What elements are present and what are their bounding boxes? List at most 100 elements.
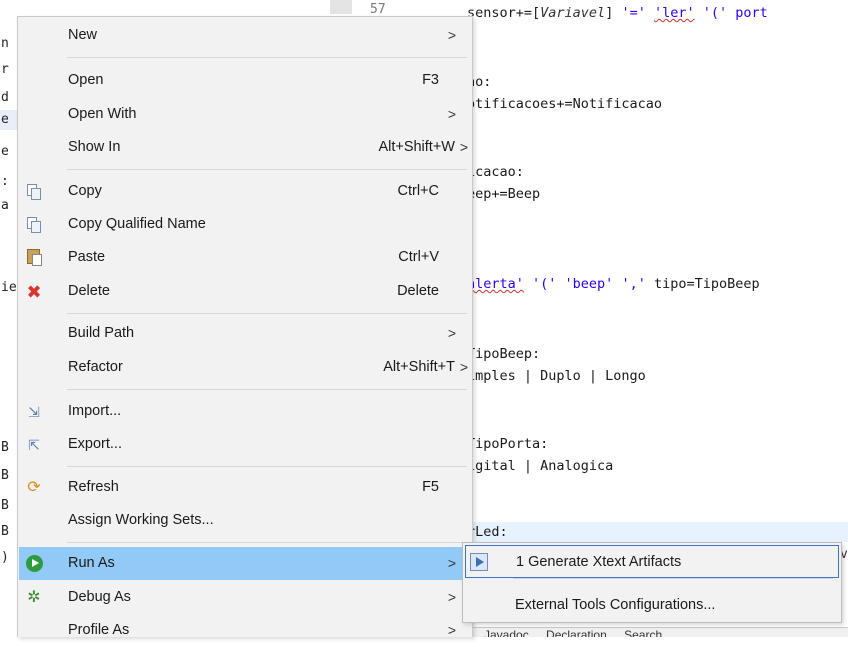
menu-item-label: Copy (68, 183, 102, 199)
menu-item-copy[interactable]: Copy Ctrl+C (19, 175, 472, 208)
code-token: Variavel (540, 5, 606, 21)
shortcut-label: F3 (422, 72, 439, 88)
code-line: eep+=Beep (467, 184, 848, 204)
menu-separator (67, 542, 467, 543)
menu-separator (513, 578, 833, 579)
delete-icon: ✖ (26, 282, 42, 302)
shortcut-label: Delete (397, 283, 439, 299)
menu-item-copy-qualified-name[interactable]: Copy Qualified Name (19, 208, 472, 241)
code-line: alerta' '(' 'beep' ',' tipo=TipoBeep (467, 274, 848, 294)
code-line: TipoBeep: (467, 344, 848, 364)
bottom-view-tabs[interactable]: Javadoc Declaration Search (470, 627, 848, 637)
chevron-right-icon: > (447, 622, 456, 638)
code-token: otificacoes+=Notificacao (467, 96, 663, 112)
explorer-text: B (1, 524, 9, 539)
run-as-submenu: 1 Generate Xtext Artifacts External Tool… (462, 542, 842, 623)
shortcut-label: Alt+Shift+T (383, 359, 455, 375)
menu-item-label: New (68, 27, 98, 43)
code-line: icacao: (467, 162, 848, 182)
menu-item-paste[interactable]: Paste Ctrl+V (19, 241, 472, 274)
shortcut-label: F5 (422, 479, 439, 495)
menu-item-run-as[interactable]: Run As > (19, 547, 472, 580)
refresh-icon: ⟳ (27, 479, 41, 496)
line-number: 57 (370, 2, 386, 17)
code-token: '(' 'beep' ',' (523, 276, 654, 292)
code-line: ao: (467, 72, 848, 92)
explorer-text: : (1, 174, 9, 189)
menu-item-assign-working-sets[interactable]: Assign Working Sets... (19, 504, 472, 537)
tab-javadoc[interactable]: Javadoc (484, 628, 529, 637)
menu-item-label: Refactor (68, 359, 123, 375)
menu-separator (67, 466, 467, 467)
xtext-run-icon (470, 553, 488, 571)
code-line: TipoPorta: (467, 434, 848, 454)
menu-item-refactor[interactable]: Refactor Alt+Shift+T > (19, 351, 472, 384)
menu-item-refresh[interactable]: ⟳ Refresh F5 (19, 471, 472, 504)
code-token: sensor+=[ (467, 5, 541, 21)
explorer-text: e (0, 110, 18, 130)
menu-item-debug-as[interactable]: ✲ Debug As > (19, 581, 472, 614)
chevron-right-icon: > (447, 325, 456, 341)
tab-declaration[interactable]: Declaration (546, 628, 607, 637)
code-token: imples | Duplo | Longo (467, 368, 646, 384)
shortcut-label: Alt+Shift+W (378, 139, 455, 155)
import-icon: ⇲ (28, 404, 40, 420)
menu-item-build-path[interactable]: Build Path > (19, 317, 472, 350)
explorer-text: r (1, 62, 9, 77)
menu-item-import[interactable]: ⇲ Import... (19, 395, 472, 428)
code-token: '=' (621, 5, 654, 21)
menu-item-label: Import... (68, 403, 122, 419)
explorer-text: ) (1, 550, 9, 565)
code-token: icacao: (467, 164, 524, 180)
menu-separator (67, 389, 467, 390)
menu-item-label: Refresh (68, 479, 119, 495)
menu-separator (67, 169, 467, 170)
shortcut-label: Ctrl+V (398, 249, 439, 265)
chevron-right-icon: > (459, 139, 468, 155)
menu-item-open[interactable]: Open F3 (19, 64, 472, 97)
menu-item-profile-as[interactable]: Profile As > (19, 614, 472, 647)
tab-search[interactable]: Search (624, 628, 662, 637)
menu-item-label: Paste (68, 249, 106, 265)
chevron-right-icon: > (447, 589, 456, 605)
submenu-item-external-tools-configurations[interactable]: External Tools Configurations... (465, 589, 839, 622)
chevron-right-icon: > (447, 555, 456, 571)
chevron-right-icon: > (459, 359, 468, 375)
code-token: eep+=Beep (467, 186, 541, 202)
submenu-item-generate-xtext-artifacts[interactable]: 1 Generate Xtext Artifacts (465, 545, 839, 578)
menu-item-open-with[interactable]: Open With > (19, 98, 472, 131)
code-token: ] (605, 5, 622, 21)
menu-item-delete[interactable]: ✖ Delete Delete (19, 275, 472, 308)
menu-item-new[interactable]: New > (19, 19, 472, 52)
menu-item-label: Debug As (68, 589, 131, 605)
run-icon (26, 555, 43, 572)
editor-scroll-marker (330, 0, 352, 14)
code-line: rLed: (467, 522, 848, 542)
submenu-item-label: 1 Generate Xtext Artifacts (516, 554, 682, 570)
code-token: 'ler' (653, 5, 695, 21)
submenu-item-label: External Tools Configurations... (515, 597, 716, 613)
explorer-text: d (1, 90, 9, 105)
code-token: TipoPorta: (467, 436, 549, 452)
explorer-text: ie (1, 280, 17, 295)
menu-item-export[interactable]: ⇱ Export... (19, 428, 472, 461)
menu-item-label: Export... (68, 436, 122, 452)
menu-item-show-in[interactable]: Show In Alt+Shift+W > (19, 131, 472, 164)
menu-item-label: Build Path (68, 325, 135, 341)
shortcut-label: Ctrl+C (397, 183, 440, 199)
explorer-text: B (1, 468, 9, 483)
menu-item-label: Assign Working Sets... (68, 512, 214, 528)
explorer-text: B (1, 498, 9, 513)
menu-item-label: Copy Qualified Name (68, 216, 206, 232)
menu-item-label: Show In (68, 139, 121, 155)
code-token: tipo=TipoBeep (653, 276, 760, 292)
menu-item-label: Open With (68, 106, 137, 122)
menu-item-label: Delete (68, 283, 110, 299)
code-token: alerta' (467, 276, 524, 292)
menu-item-label: Profile As (68, 622, 130, 638)
chevron-right-icon: > (447, 27, 456, 43)
code-token: rLed: (467, 524, 508, 540)
export-icon: ⇱ (28, 437, 40, 453)
menu-separator (67, 57, 467, 58)
code-token: TipoBeep: (467, 346, 541, 362)
